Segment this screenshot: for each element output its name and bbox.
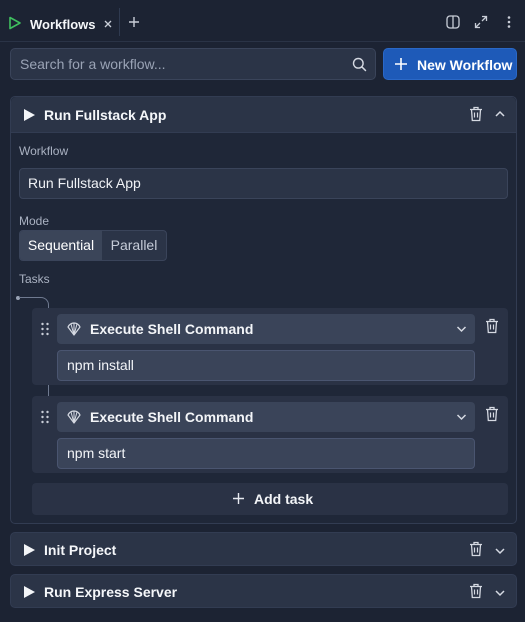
- task-command-input[interactable]: npm start: [57, 438, 475, 469]
- task-type-label: Execute Shell Command: [90, 409, 254, 425]
- plus-icon: [232, 492, 245, 505]
- workflow-name-label: Workflow: [19, 144, 69, 158]
- more-options-icon[interactable]: [502, 15, 516, 29]
- shell-icon: [66, 321, 82, 337]
- run-workflow-icon[interactable]: [23, 108, 36, 122]
- shell-icon: [66, 409, 82, 425]
- mode-selector: Sequential Parallel: [19, 230, 167, 261]
- expand-chevron-icon[interactable]: [494, 587, 506, 599]
- workflow-title: Run Fullstack App: [44, 107, 167, 123]
- task-card: Execute Shell Command npm start: [32, 396, 508, 473]
- add-task-label: Add task: [254, 491, 314, 507]
- tab-bar: Workflows: [0, 0, 525, 46]
- workflow-title: Init Project: [44, 542, 117, 558]
- search-field[interactable]: [10, 48, 376, 80]
- plus-icon: [394, 57, 408, 71]
- delete-workflow-icon[interactable]: [469, 583, 483, 599]
- task-command-input[interactable]: npm install: [57, 350, 475, 381]
- split-pane-icon[interactable]: [446, 15, 460, 29]
- tab-label: Workflows: [30, 17, 96, 32]
- new-workflow-label: New Workflow: [417, 57, 513, 73]
- workflow-panel: Run Fullstack App Workflow Run Fullstack…: [10, 96, 517, 524]
- drag-handle-icon[interactable]: [40, 410, 50, 424]
- expand-icon[interactable]: [474, 15, 488, 29]
- task-type-select[interactable]: Execute Shell Command: [57, 314, 475, 344]
- task-card: Execute Shell Command npm install: [32, 308, 508, 385]
- close-icon[interactable]: [103, 19, 113, 29]
- chevron-down-icon: [456, 325, 467, 333]
- search-icon[interactable]: [352, 57, 367, 72]
- play-icon: [8, 16, 22, 30]
- collapse-chevron-icon[interactable]: [494, 108, 506, 120]
- workflow-header[interactable]: Init Project: [10, 532, 517, 566]
- delete-task-icon[interactable]: [485, 406, 499, 422]
- workflow-title: Run Express Server: [44, 584, 178, 600]
- drag-handle-icon[interactable]: [40, 322, 50, 336]
- mode-parallel-button[interactable]: Parallel: [102, 231, 166, 260]
- workflow-header[interactable]: Run Express Server: [10, 574, 517, 608]
- chevron-down-icon: [456, 413, 467, 421]
- delete-workflow-icon[interactable]: [469, 106, 483, 122]
- new-workflow-button[interactable]: New Workflow: [383, 48, 517, 80]
- expand-chevron-icon[interactable]: [494, 545, 506, 557]
- tab-divider: [119, 8, 120, 36]
- mode-sequential-button[interactable]: Sequential: [20, 231, 102, 260]
- run-workflow-icon[interactable]: [23, 585, 36, 599]
- search-input[interactable]: [11, 49, 341, 79]
- task-type-select[interactable]: Execute Shell Command: [57, 402, 475, 432]
- tab-workflows[interactable]: Workflows: [0, 0, 119, 42]
- tab-bar-divider: [0, 41, 525, 42]
- add-tab-icon[interactable]: [128, 16, 140, 28]
- delete-task-icon[interactable]: [485, 318, 499, 334]
- mode-label: Mode: [19, 214, 50, 228]
- workflow-header[interactable]: Run Fullstack App: [11, 97, 516, 133]
- task-type-label: Execute Shell Command: [90, 321, 254, 337]
- add-task-button[interactable]: Add task: [32, 483, 508, 515]
- tasks-label: Tasks: [19, 272, 50, 286]
- workflow-name-input[interactable]: Run Fullstack App: [19, 168, 508, 199]
- delete-workflow-icon[interactable]: [469, 541, 483, 557]
- run-workflow-icon[interactable]: [23, 543, 36, 557]
